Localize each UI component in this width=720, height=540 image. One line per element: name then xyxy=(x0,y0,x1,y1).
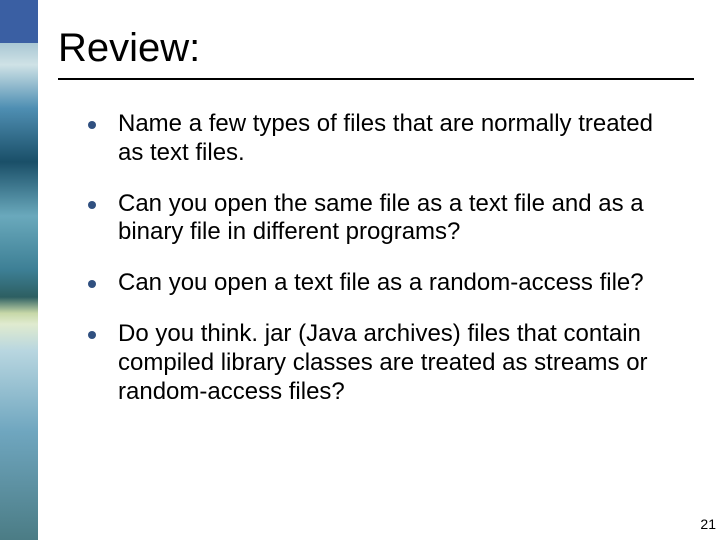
bullet-item: Can you open the same file as a text fil… xyxy=(88,190,678,248)
bullet-dot-icon xyxy=(88,121,96,129)
decorative-strip xyxy=(0,0,38,540)
bullet-text: Can you open the same file as a text fil… xyxy=(118,190,678,248)
page-number: 21 xyxy=(700,516,716,532)
bullet-dot-icon xyxy=(88,331,96,339)
bullet-item: Do you think. jar (Java archives) files … xyxy=(88,320,678,406)
title-underline xyxy=(58,78,694,80)
bullet-text: Do you think. jar (Java archives) files … xyxy=(118,320,678,406)
slide-content: Name a few types of files that are norma… xyxy=(88,110,678,428)
bullet-dot-icon xyxy=(88,201,96,209)
bullet-item: Can you open a text file as a random-acc… xyxy=(88,269,678,298)
bullet-text: Can you open a text file as a random-acc… xyxy=(118,269,644,298)
bullet-item: Name a few types of files that are norma… xyxy=(88,110,678,168)
bullet-dot-icon xyxy=(88,280,96,288)
slide: Review: Name a few types of files that a… xyxy=(0,0,720,540)
slide-title: Review: xyxy=(58,26,200,71)
bullet-text: Name a few types of files that are norma… xyxy=(118,110,678,168)
